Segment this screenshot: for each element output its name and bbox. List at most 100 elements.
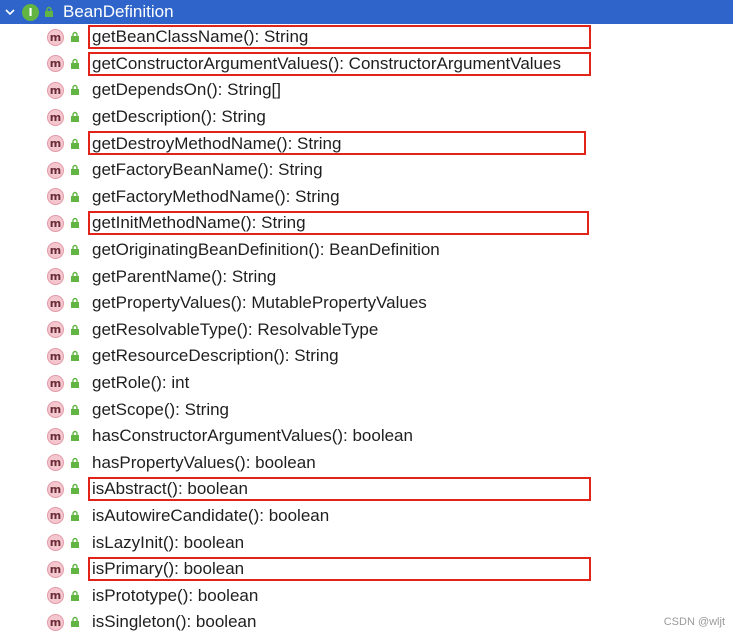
method-signature: isPrototype(): boolean — [92, 585, 259, 605]
method-icon: m — [47, 135, 64, 153]
method-signature: getFactoryBeanName(): String — [92, 160, 323, 180]
method-icon: m — [47, 81, 64, 99]
method-icon: m — [47, 587, 64, 605]
lock-icon — [69, 82, 81, 98]
method-signature: getRole(): int — [92, 373, 190, 393]
lock-icon — [69, 614, 81, 630]
method-row[interactable]: m getFactoryMethodName(): String — [0, 184, 733, 211]
method-icon: m — [47, 374, 64, 392]
lock-icon — [69, 295, 81, 311]
method-row[interactable]: m hasPropertyValues(): boolean — [0, 450, 733, 477]
method-icon: m — [47, 480, 64, 498]
method-signature: getResourceDescription(): String — [92, 346, 339, 366]
method-row[interactable]: m getScope(): String — [0, 396, 733, 423]
highlight-box — [88, 51, 591, 76]
method-icon: m — [47, 294, 64, 312]
method-row[interactable]: m getDestroyMethodName(): String — [0, 130, 733, 157]
method-row[interactable]: m getFactoryBeanName(): String — [0, 157, 733, 184]
interface-icon: I — [22, 3, 39, 21]
method-signature: isLazyInit(): boolean — [92, 532, 245, 552]
method-signature: getParentName(): String — [92, 266, 277, 286]
method-row[interactable]: m getParentName(): String — [0, 263, 733, 290]
method-icon: m — [47, 161, 64, 179]
method-icon: m — [47, 401, 64, 419]
method-signature: hasConstructorArgumentValues(): boolean — [92, 426, 413, 446]
lock-icon — [69, 215, 81, 231]
method-row[interactable]: m getBeanClassName(): String — [0, 24, 733, 51]
lock-icon — [69, 242, 81, 258]
method-icon: m — [47, 268, 64, 286]
lock-icon — [69, 348, 81, 364]
method-signature: getPropertyValues(): MutablePropertyValu… — [92, 293, 427, 313]
watermark: CSDN @wljt — [663, 616, 725, 628]
lock-icon — [69, 269, 81, 285]
method-row[interactable]: m getOriginatingBeanDefinition(): BeanDef… — [0, 237, 733, 264]
lock-icon — [69, 428, 81, 444]
lock-icon — [69, 588, 81, 604]
method-icon: m — [47, 347, 64, 365]
lock-icon — [69, 136, 81, 152]
lock-icon — [69, 535, 81, 551]
method-row[interactable]: m getInitMethodName(): String — [0, 210, 733, 237]
lock-icon — [69, 162, 81, 178]
highlight-box — [88, 25, 591, 49]
class-header-row[interactable]: I BeanDefinition — [0, 0, 733, 24]
method-row[interactable]: m getResolvableType(): ResolvableType — [0, 317, 733, 344]
method-row[interactable]: m hasConstructorArgumentValues(): boolean — [0, 423, 733, 450]
method-row[interactable]: m getRole(): int — [0, 370, 733, 397]
method-icon: m — [47, 613, 64, 631]
method-signature: hasPropertyValues(): boolean — [92, 452, 316, 472]
method-row[interactable]: m isAbstract(): boolean — [0, 476, 733, 503]
method-icon: m — [47, 108, 64, 126]
method-signature: getScope(): String — [92, 399, 230, 419]
lock-icon — [69, 561, 81, 577]
method-row[interactable]: m getDependsOn(): String[] — [0, 77, 733, 104]
method-icon: m — [47, 507, 64, 525]
lock-icon — [69, 508, 81, 524]
lock-icon — [69, 322, 81, 338]
highlight-box — [88, 211, 589, 236]
lock-icon — [69, 375, 81, 391]
chevron-down-icon[interactable] — [2, 4, 18, 20]
lock-icon — [43, 4, 55, 20]
highlight-box — [88, 477, 591, 502]
class-name: BeanDefinition — [63, 2, 174, 21]
method-row[interactable]: m getResourceDescription(): String — [0, 343, 733, 370]
method-icon: m — [47, 454, 64, 472]
lock-icon — [69, 56, 81, 72]
highlight-box — [88, 131, 586, 156]
method-row[interactable]: m getPropertyValues(): MutablePropertyVal… — [0, 290, 733, 317]
method-signature: getOriginatingBeanDefinition(): BeanDefi… — [92, 240, 440, 260]
method-row[interactable]: m isAutowireCandidate(): boolean — [0, 503, 733, 530]
method-row[interactable]: m isPrimary(): boolean — [0, 556, 733, 583]
method-icon: m — [47, 55, 64, 73]
lock-icon — [69, 402, 81, 418]
lock-icon — [69, 109, 81, 125]
lock-icon — [69, 189, 81, 205]
lock-icon — [69, 481, 81, 497]
method-icon: m — [47, 28, 64, 46]
method-row[interactable]: m isLazyInit(): boolean — [0, 529, 733, 556]
method-row[interactable]: m isPrototype(): boolean — [0, 582, 733, 609]
method-icon: m — [47, 321, 64, 339]
method-signature: isAutowireCandidate(): boolean — [92, 505, 330, 525]
method-signature: getDependsOn(): String[] — [92, 80, 281, 100]
structure-panel: I BeanDefinition m getBeanClassName(): St… — [0, 0, 733, 636]
method-signature: getResolvableType(): ResolvableType — [92, 319, 379, 339]
method-icon: m — [47, 560, 64, 578]
method-signature: isSingleton(): boolean — [92, 612, 257, 632]
method-icon: m — [47, 241, 64, 259]
method-list: m getBeanClassName(): String m getConstruct… — [0, 24, 733, 636]
method-signature: getDescription(): String — [92, 107, 266, 127]
method-icon: m — [47, 214, 64, 232]
method-row[interactable]: m getDescription(): String — [0, 104, 733, 131]
method-signature: getFactoryMethodName(): String — [92, 186, 340, 206]
highlight-box — [88, 556, 591, 581]
method-icon: m — [47, 427, 64, 445]
method-icon: m — [47, 188, 64, 206]
lock-icon — [69, 455, 81, 471]
method-row[interactable]: m isSingleton(): boolean — [0, 609, 733, 636]
method-row[interactable]: m getConstructorArgumentValues(): Constru… — [0, 51, 733, 78]
method-icon: m — [47, 534, 64, 552]
lock-icon — [69, 29, 81, 45]
